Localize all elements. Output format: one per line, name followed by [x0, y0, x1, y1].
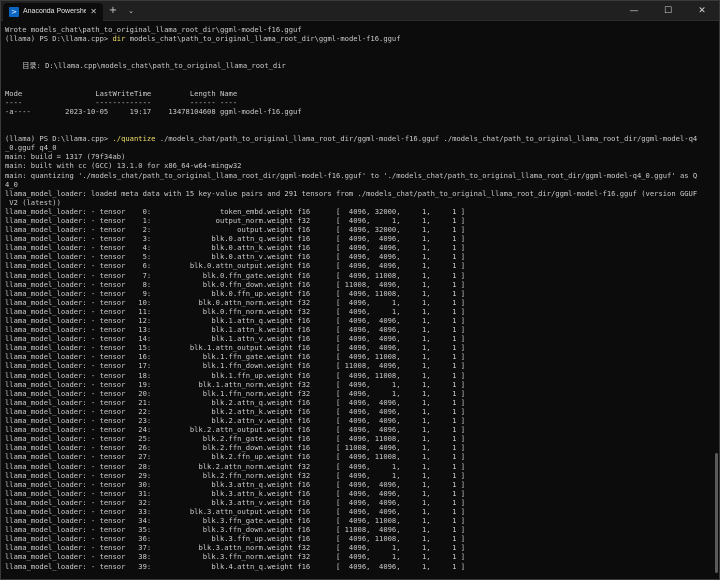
shell-prompt: (llama) PS D:\llama.cpp>: [5, 134, 113, 144]
tab-title: Anaconda Powershell Prompt: [23, 8, 87, 15]
minimize-button[interactable]: —: [617, 1, 651, 21]
terminal-line: llama_model_loader: loaded meta data wit…: [5, 188, 698, 198]
terminal-line: llama_model_loader: - tensor 37: blk.3.a…: [5, 543, 465, 553]
terminal-line: llama_model_loader: - tensor 20: blk.1.f…: [5, 388, 465, 398]
close-button[interactable]: ✕: [685, 1, 719, 21]
terminal-line: llama_model_loader: - tensor 11: blk.0.f…: [5, 306, 465, 316]
terminal-line: llama_model_loader: - tensor 27: blk.2.f…: [5, 452, 465, 462]
terminal-line: llama_model_loader: - tensor 32: blk.3.a…: [5, 497, 465, 507]
terminal-line: Mode LastWriteTime Length Name: [5, 88, 238, 98]
terminal-line: _0.gguf q4_0: [5, 143, 57, 153]
terminal-line: llama_model_loader: - tensor 24: blk.2.a…: [5, 425, 465, 435]
terminal-line: llama_model_loader: - tensor 31: blk.3.a…: [5, 488, 465, 498]
terminal-line: llama_model_loader: - tensor 18: blk.1.f…: [5, 370, 465, 380]
terminal-line: llama_model_loader: - tensor 0: token_em…: [5, 206, 465, 216]
terminal-line: ---- ------------- ------ ----: [5, 97, 238, 107]
terminal-line: llama_model_loader: - tensor 16: blk.1.f…: [5, 352, 465, 362]
terminal-line: 目录: D:\llama.cpp\models_chat\path_to_ori…: [5, 61, 286, 71]
terminal-line: 4_0: [5, 179, 18, 189]
terminal-line: llama_model_loader: - tensor 10: blk.0.a…: [5, 297, 465, 307]
terminal-line: llama_model_loader: - tensor 30: blk.3.a…: [5, 479, 465, 489]
terminal-line: llama_model_loader: - tensor 13: blk.1.a…: [5, 325, 465, 335]
terminal-line: llama_model_loader: - tensor 39: blk.4.a…: [5, 561, 465, 571]
terminal-line: llama_model_loader: - tensor 5: blk.0.at…: [5, 252, 465, 262]
terminal-line: llama_model_loader: - tensor 26: blk.2.f…: [5, 443, 465, 453]
terminal-line: V2 (latest)): [5, 197, 61, 207]
terminal-line: llama_model_loader: - tensor 2: output.w…: [5, 225, 465, 235]
terminal-line: llama_model_loader: - tensor 19: blk.1.a…: [5, 379, 465, 389]
terminal-line: llama_model_loader: - tensor 36: blk.3.f…: [5, 534, 465, 544]
close-tab-icon[interactable]: ✕: [90, 7, 97, 16]
command-args: ./models_chat/path_to_original_llama_roo…: [155, 134, 698, 144]
terminal-line: llama_model_loader: - tensor 1: output_n…: [5, 215, 465, 225]
terminal-line: llama_model_loader: - tensor 21: blk.2.a…: [5, 397, 465, 407]
terminal-line: llama_model_loader: - tensor 35: blk.3.f…: [5, 525, 465, 535]
terminal-window: > Anaconda Powershell Prompt ✕ + ⌄ — ☐ ✕…: [0, 0, 720, 580]
terminal-line: (llama) PS D:\llama.cpp> ./quantize ./mo…: [5, 134, 707, 143]
terminal-line: llama_model_loader: - tensor 23: blk.2.a…: [5, 416, 465, 426]
new-tab-button[interactable]: +: [105, 2, 121, 20]
command-name: ./quantize: [112, 134, 156, 144]
terminal-line: llama_model_loader: - tensor 8: blk.0.ff…: [5, 279, 465, 289]
terminal-line: llama_model_loader: - tensor 25: blk.2.f…: [5, 434, 465, 444]
terminal-line: llama_model_loader: - tensor 17: blk.1.f…: [5, 361, 465, 371]
terminal-line: llama_model_loader: - tensor 34: blk.3.f…: [5, 516, 465, 526]
terminal-line: llama_model_loader: - tensor 33: blk.3.a…: [5, 506, 465, 516]
terminal-line: llama_model_loader: - tensor 3: blk.0.at…: [5, 234, 465, 244]
terminal-line: llama_model_loader: - tensor 22: blk.2.a…: [5, 406, 465, 416]
terminal-line: llama_model_loader: - tensor 7: blk.0.ff…: [5, 270, 465, 280]
terminal-line: (llama) PS D:\llama.cpp> dir models_chat…: [5, 34, 707, 43]
terminal-line: main: built with cc (GCC) 13.1.0 for x86…: [5, 161, 242, 171]
command-name: dir: [112, 34, 126, 44]
terminal-line: llama_model_loader: - tensor 15: blk.1.a…: [5, 343, 465, 353]
scrollbar[interactable]: [713, 23, 718, 577]
maximize-button[interactable]: ☐: [651, 1, 685, 21]
terminal-line: llama_model_loader: - tensor 29: blk.2.f…: [5, 470, 465, 480]
terminal-line: llama_model_loader: - tensor 6: blk.0.at…: [5, 261, 465, 271]
terminal-line: Wrote models_chat\path_to_original_llama…: [5, 25, 302, 34]
terminal-icon: >: [9, 6, 19, 17]
title-bar: > Anaconda Powershell Prompt ✕ + ⌄ — ☐ ✕: [1, 1, 719, 21]
terminal-line: llama_model_loader: - tensor 12: blk.1.a…: [5, 316, 465, 325]
terminal-line: llama_model_loader: - tensor 14: blk.1.a…: [5, 334, 465, 344]
scrollbar-thumb[interactable]: [715, 453, 718, 573]
terminal-line: llama_model_loader: - tensor 4: blk.0.at…: [5, 243, 465, 253]
terminal-line: llama_model_loader: - tensor 38: blk.3.f…: [5, 552, 465, 562]
tab-anaconda-powershell[interactable]: > Anaconda Powershell Prompt ✕: [3, 2, 103, 21]
terminal-line: llama_model_loader: - tensor 9: blk.0.ff…: [5, 288, 465, 298]
command-args: models_chat\path_to_original_llama_root_…: [125, 34, 401, 44]
terminal-line: main: quantizing './models_chat/path_to_…: [5, 170, 698, 180]
shell-prompt: (llama) PS D:\llama.cpp>: [5, 34, 113, 44]
terminal-line: -a---- 2023-10-05 19:17 13478104608 ggml…: [5, 106, 302, 116]
terminal-line: main: build = 1317 (79f34ab): [5, 152, 126, 162]
terminal-output[interactable]: Wrote models_chat\path_to_original_llama…: [1, 21, 711, 579]
terminal-line: llama_model_loader: - tensor 28: blk.2.a…: [5, 461, 465, 471]
dropdown-chevron-icon[interactable]: ⌄: [123, 2, 139, 20]
